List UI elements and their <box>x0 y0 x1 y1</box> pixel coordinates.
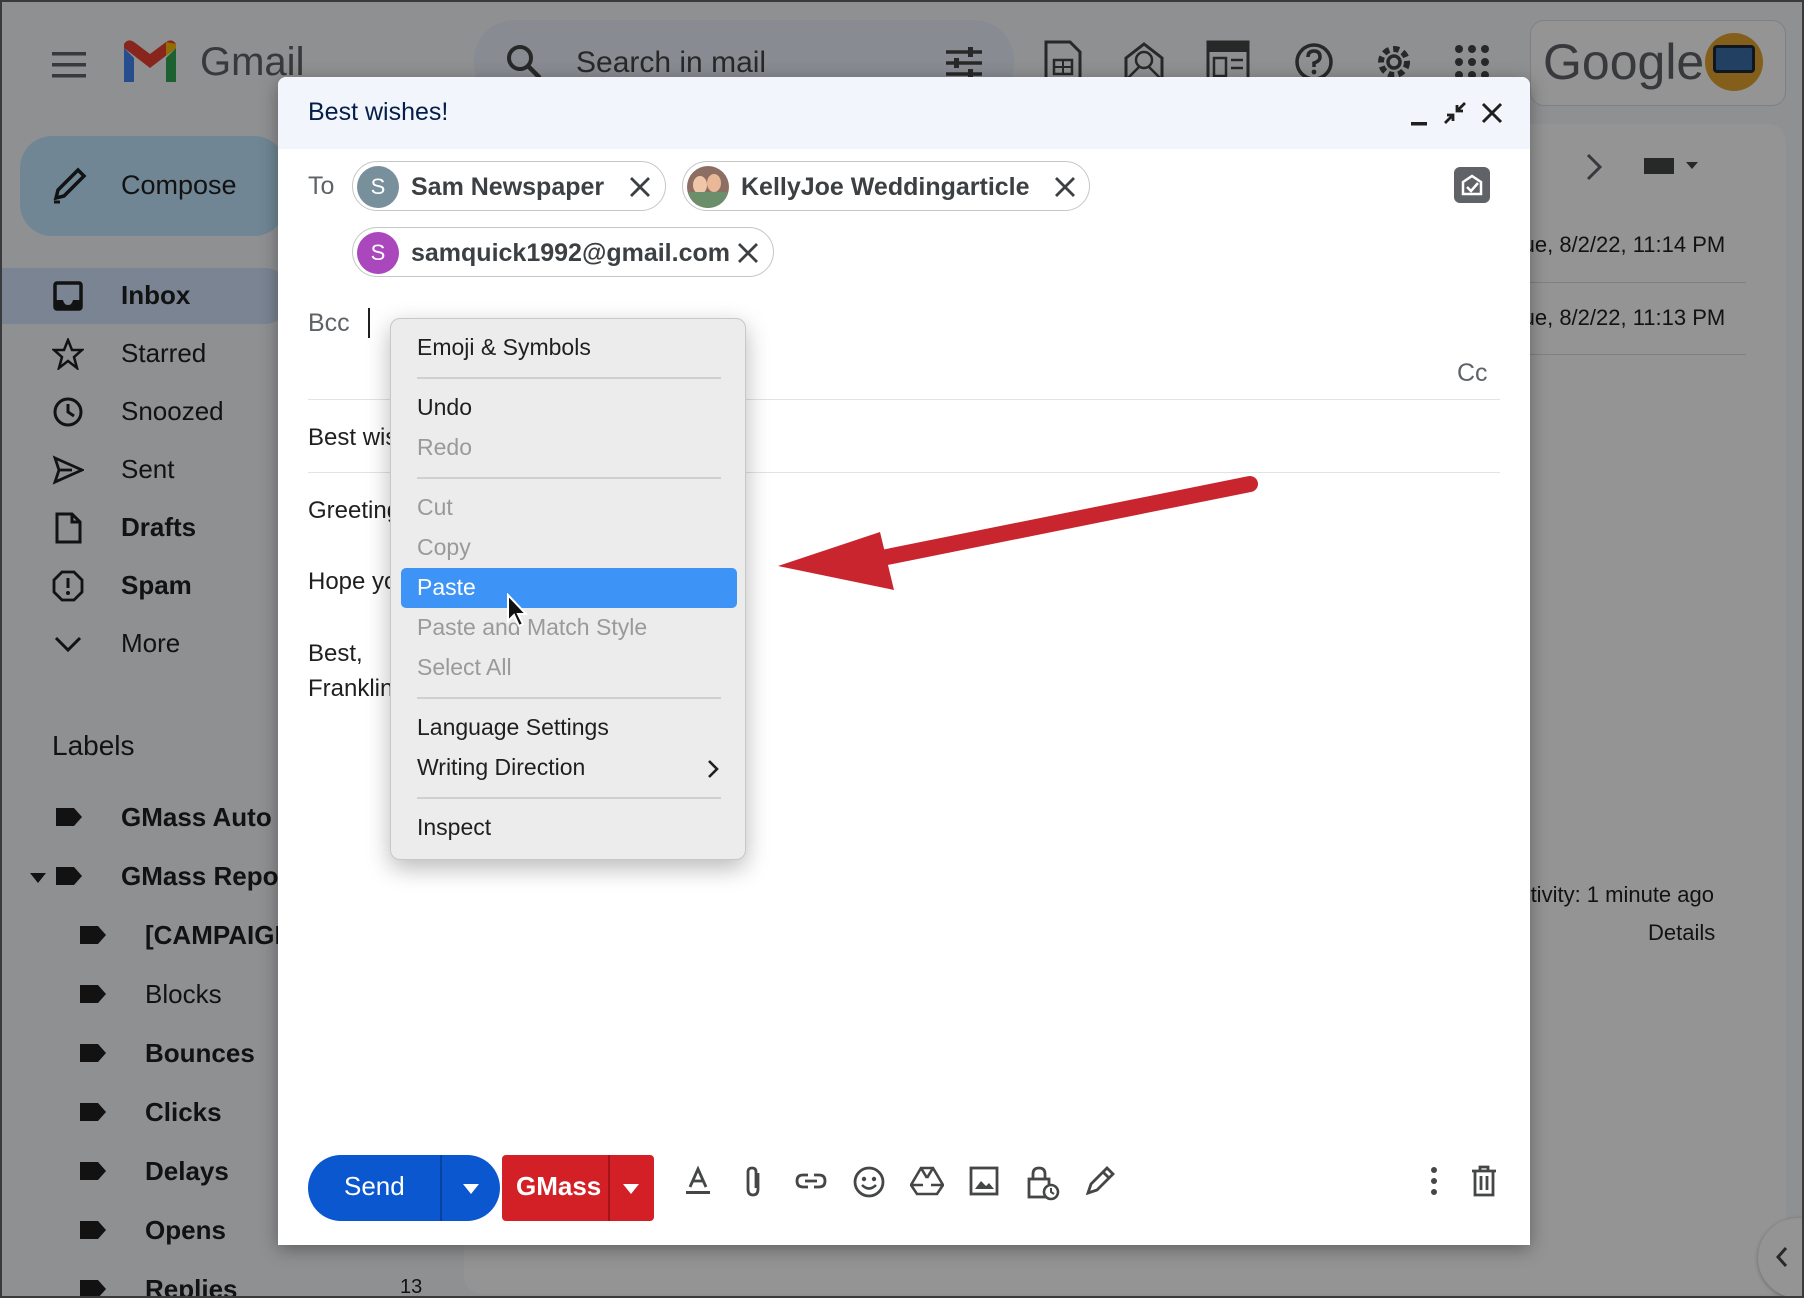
menu-separator <box>417 377 721 379</box>
insert-photo-icon[interactable] <box>968 1165 1000 1197</box>
menu-item-label: Select All <box>417 654 512 680</box>
menu-item-paste[interactable]: Paste <box>401 568 737 608</box>
body-line[interactable]: Franklin <box>308 675 393 703</box>
menu-item-label: Emoji & Symbols <box>417 334 591 360</box>
remove-recipient-icon[interactable] <box>1054 176 1076 198</box>
menu-item-cut: Cut <box>401 488 737 528</box>
menu-item-paste-match-style: Paste and Match Style <box>401 608 737 648</box>
menu-item-inspect[interactable]: Inspect <box>401 808 737 848</box>
bcc-label: Bcc <box>308 309 350 337</box>
menu-item-label: Language Settings <box>417 714 609 740</box>
recipient-name: samquick1992@gmail.com <box>411 239 730 267</box>
menu-item-label: Redo <box>417 434 472 460</box>
send-button[interactable]: Send <box>308 1155 500 1221</box>
menu-separator <box>417 477 721 479</box>
menu-item-label: Cut <box>417 494 453 520</box>
send-options-caret-icon[interactable] <box>462 1183 480 1195</box>
text-format-icon[interactable] <box>682 1165 714 1197</box>
close-icon[interactable] <box>1481 102 1503 124</box>
gmass-settings-caret-icon[interactable] <box>622 1183 640 1195</box>
menu-item-label: Copy <box>417 534 471 560</box>
menu-item-undo[interactable]: Undo <box>401 388 737 428</box>
menu-item-language-settings[interactable]: Language Settings <box>401 708 737 748</box>
body-line[interactable]: Best, <box>308 640 363 668</box>
remove-recipient-icon[interactable] <box>629 176 651 198</box>
submenu-chevron-icon <box>707 759 719 779</box>
menu-item-label: Paste and Match Style <box>417 614 648 640</box>
mouse-cursor-icon <box>506 593 530 629</box>
menu-item-label: Writing Direction <box>417 754 586 780</box>
recipient-chip[interactable]: KellyJoe Weddingarticle <box>682 161 1090 211</box>
insert-link-icon[interactable] <box>794 1165 828 1197</box>
cc-toggle[interactable]: Cc <box>1457 359 1488 388</box>
context-menu: Emoji & Symbols Undo Redo Cut Copy Paste… <box>390 318 746 860</box>
menu-item-select-all: Select All <box>401 648 737 688</box>
recipient-avatar: S <box>357 166 399 208</box>
gmass-label: GMass <box>516 1171 602 1201</box>
send-divider <box>440 1155 442 1221</box>
remove-recipient-icon[interactable] <box>737 242 759 264</box>
to-label: To <box>308 172 335 200</box>
bcc-input[interactable] <box>368 308 370 338</box>
confidential-mode-icon[interactable] <box>1026 1165 1060 1201</box>
menu-item-label: Paste <box>417 574 476 600</box>
menu-item-label: Inspect <box>417 814 492 840</box>
menu-separator <box>417 697 721 699</box>
gmass-button[interactable]: GMass <box>502 1155 654 1221</box>
signature-pen-icon[interactable] <box>1084 1165 1116 1197</box>
menu-item-redo: Redo <box>401 428 737 468</box>
recipient-avatar: S <box>357 232 399 274</box>
emoji-icon[interactable] <box>852 1165 886 1199</box>
annotation-arrow-icon <box>772 464 1262 594</box>
menu-separator <box>417 797 721 799</box>
gmass-divider <box>608 1155 610 1221</box>
recipient-chip[interactable]: S samquick1992@gmail.com <box>352 227 774 277</box>
menu-item-label: Undo <box>417 394 472 420</box>
compose-title: Best wishes! <box>308 98 449 126</box>
more-options-icon[interactable] <box>1428 1165 1440 1197</box>
recipient-tracking-button[interactable] <box>1454 167 1490 203</box>
recipient-photo <box>687 166 729 208</box>
menu-item-emoji-symbols[interactable]: Emoji & Symbols <box>401 328 737 368</box>
exit-fullscreen-icon[interactable] <box>1443 101 1467 125</box>
attach-file-icon[interactable] <box>740 1165 768 1199</box>
google-drive-icon[interactable] <box>910 1165 944 1197</box>
recipient-name: Sam Newspaper <box>411 173 605 201</box>
recipient-name: KellyJoe Weddingarticle <box>741 173 1030 201</box>
recipient-chip[interactable]: S Sam Newspaper <box>352 161 666 211</box>
screen: Gmail Search in mail Google Compose Inbo… <box>0 0 1804 1298</box>
compose-header: Best wishes! <box>278 77 1530 149</box>
menu-item-writing-direction[interactable]: Writing Direction <box>401 748 737 788</box>
discard-draft-icon[interactable] <box>1470 1165 1498 1197</box>
minimize-icon[interactable] <box>1410 113 1428 127</box>
menu-item-copy: Copy <box>401 528 737 568</box>
send-label: Send <box>344 1171 405 1201</box>
